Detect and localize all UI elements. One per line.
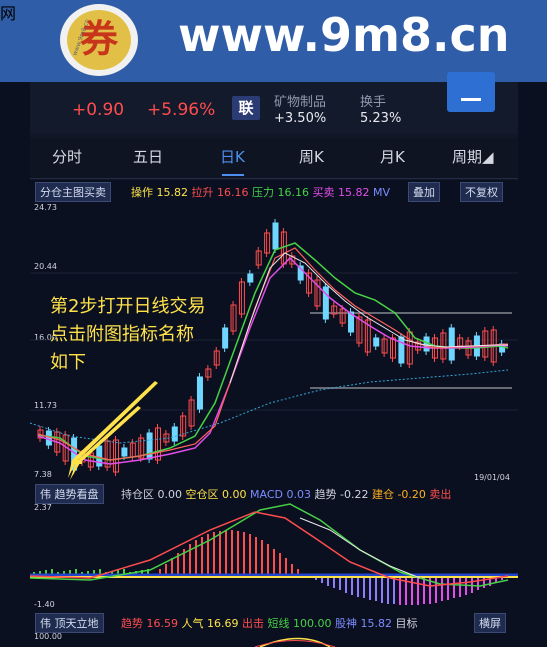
menu-button[interactable] bbox=[447, 72, 495, 112]
menu-icon bbox=[461, 98, 481, 101]
candle bbox=[373, 337, 380, 347]
candle bbox=[247, 273, 254, 283]
tab-daily-k[interactable]: 日K bbox=[220, 146, 245, 167]
period-tabs bbox=[30, 138, 518, 179]
candle bbox=[272, 222, 279, 250]
annotation-line-1: 第2步打开日线交易 bbox=[50, 296, 206, 317]
margin-badge[interactable]: 联 bbox=[232, 96, 260, 120]
candle bbox=[398, 336, 405, 364]
watermark-logo: 券 www.9m8.cn bbox=[60, 4, 138, 76]
macd-bars bbox=[33, 530, 509, 605]
tab-five-day[interactable]: 五日 bbox=[133, 146, 163, 167]
price-change-percent: +5.96% bbox=[147, 100, 216, 120]
turnover-label: 换手 bbox=[360, 95, 387, 110]
candle bbox=[196, 376, 203, 410]
date-label: 19/01/04 bbox=[474, 473, 510, 482]
sector-name[interactable]: 矿物制品 bbox=[274, 91, 326, 110]
tab-period[interactable]: 周期◢ bbox=[452, 146, 494, 167]
tab-weekly-k[interactable]: 周K bbox=[299, 146, 324, 167]
sub2-chart bbox=[254, 637, 336, 647]
candle bbox=[222, 327, 229, 349]
sector-change: +3.50% bbox=[274, 111, 327, 126]
candle bbox=[448, 327, 455, 361]
candle bbox=[255, 250, 262, 266]
annotation-line-3: 如下 bbox=[50, 352, 86, 373]
active-tab-indicator bbox=[222, 174, 244, 176]
candle bbox=[146, 432, 153, 460]
candle bbox=[171, 426, 178, 442]
tab-monthly-k[interactable]: 月K bbox=[380, 146, 405, 167]
macd-white-line bbox=[299, 517, 421, 579]
price-change: +0.90 bbox=[72, 100, 125, 120]
candle bbox=[121, 447, 128, 457]
macd-chart bbox=[30, 503, 518, 605]
turnover-value: 5.23% bbox=[360, 111, 402, 126]
annotation-line-2: 点击附图指标名称 bbox=[50, 324, 194, 345]
watermark-url: www.9m8.cn bbox=[178, 8, 510, 62]
tab-intraday[interactable]: 分时 bbox=[52, 146, 82, 167]
